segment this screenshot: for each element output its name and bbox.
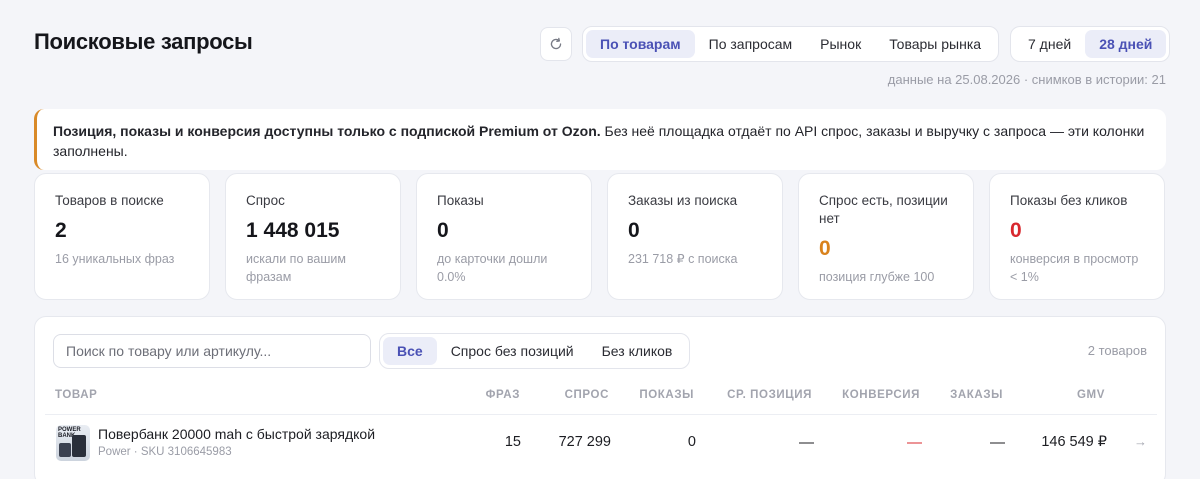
card-sub: 16 уникальных фраз (55, 252, 175, 266)
column-header-product[interactable]: ТОВАР (55, 389, 97, 401)
column-header-impressions[interactable]: ПОКАЗЫ (639, 389, 694, 401)
filter-demand-no-position[interactable]: Спрос без позиций (437, 337, 588, 365)
card-label: Товаров в поиске (55, 193, 164, 208)
card-sub: конверсия в просмотр < 1% (1010, 252, 1139, 284)
search-input[interactable] (53, 334, 371, 368)
products-panel: Все Спрос без позиций Без кликов 2 товар… (34, 316, 1166, 479)
product-sku: Power · SKU 3106645983 (98, 446, 232, 458)
column-header-avg-position[interactable]: СР. ПОЗИЦИЯ (727, 389, 812, 401)
cell-phrases: 15 (504, 434, 521, 450)
refresh-icon (550, 37, 562, 50)
refresh-button[interactable] (540, 27, 572, 61)
card-value: 1 448 015 (246, 219, 340, 242)
card-value: 0 (1010, 219, 1022, 242)
card-demand-no-position: Спрос есть, позиции нет 0 позиция глубже… (798, 173, 974, 300)
card-impressions-no-clicks: Показы без кликов 0 конверсия в просмотр… (989, 173, 1165, 300)
period-tabs: 7 дней 28 дней (1010, 26, 1171, 62)
product-thumbnail: POWER BANK (56, 425, 90, 461)
column-header-gmv[interactable]: GMV (1077, 389, 1105, 401)
card-value: 0 (437, 219, 449, 242)
card-label: Спрос есть, позиции нет (819, 193, 948, 226)
products-count: 2 товаров (1087, 343, 1147, 358)
card-impressions: Показы 0 до карточки дошли 0.0% (416, 173, 592, 300)
cell-demand: 727 299 (558, 434, 611, 450)
card-label: Заказы из поиска (628, 193, 738, 208)
filter-tabs: Все Спрос без позиций Без кликов (379, 333, 691, 369)
filter-no-clicks[interactable]: Без кликов (588, 337, 687, 365)
cell-conversion: — (907, 434, 922, 451)
column-header-orders[interactable]: ЗАКАЗЫ (950, 389, 1003, 401)
notice-bold-text: Позиция, показы и конверсия доступны тол… (53, 123, 601, 139)
card-value: 0 (628, 219, 640, 242)
tab-28-days[interactable]: 28 дней (1085, 30, 1167, 58)
cell-orders: — (990, 434, 1005, 451)
data-meta: данные на 25.08.2026 · снимков в истории… (887, 72, 1166, 87)
thumbnail-device (72, 435, 86, 457)
table-row[interactable]: POWER BANK Повербанк 20000 mah с быстрой… (45, 414, 1157, 471)
column-header-demand[interactable]: СПРОС (565, 389, 609, 401)
cell-impressions: 0 (687, 434, 696, 450)
column-header-phrases[interactable]: ФРАЗ (486, 389, 520, 401)
card-label: Показы без кликов (1010, 193, 1128, 208)
cell-avg-position: — (799, 434, 814, 451)
card-label: Показы (437, 193, 484, 208)
card-value: 2 (55, 219, 67, 242)
cell-gmv: 146 549 ₽ (1041, 434, 1107, 450)
tab-7-days[interactable]: 7 дней (1014, 30, 1085, 58)
arrow-right-icon[interactable]: → (1134, 434, 1147, 449)
column-header-conversion[interactable]: КОНВЕРСИЯ (842, 389, 920, 401)
filter-all[interactable]: Все (383, 337, 437, 365)
tab-market[interactable]: Рынок (806, 30, 875, 58)
thumbnail-device-shadow (59, 443, 71, 457)
card-products-in-search: Товаров в поиске 2 16 уникальных фраз (34, 173, 210, 300)
tab-by-products[interactable]: По товарам (586, 30, 695, 58)
card-demand: Спрос 1 448 015 искали по вашим фразам (225, 173, 401, 300)
view-tabs: По товарам По запросам Рынок Товары рынк… (582, 26, 1000, 62)
card-sub: позиция глубже 100 (819, 270, 935, 284)
card-value: 0 (819, 237, 831, 260)
page-title: Поисковые запросы (34, 29, 253, 54)
tab-market-products[interactable]: Товары рынка (875, 30, 995, 58)
card-search-orders: Заказы из поиска 0 231 718 ₽ с поиска (607, 173, 783, 300)
tab-by-queries[interactable]: По запросам (695, 30, 807, 58)
card-sub: 231 718 ₽ с поиска (628, 252, 738, 266)
card-sub: до карточки дошли 0.0% (437, 252, 548, 284)
card-label: Спрос (246, 193, 285, 208)
card-sub: искали по вашим фразам (246, 252, 346, 284)
premium-notice: Позиция, показы и конверсия доступны тол… (34, 109, 1166, 170)
product-name[interactable]: Повербанк 20000 mah с быстрой зарядкой (98, 426, 375, 442)
